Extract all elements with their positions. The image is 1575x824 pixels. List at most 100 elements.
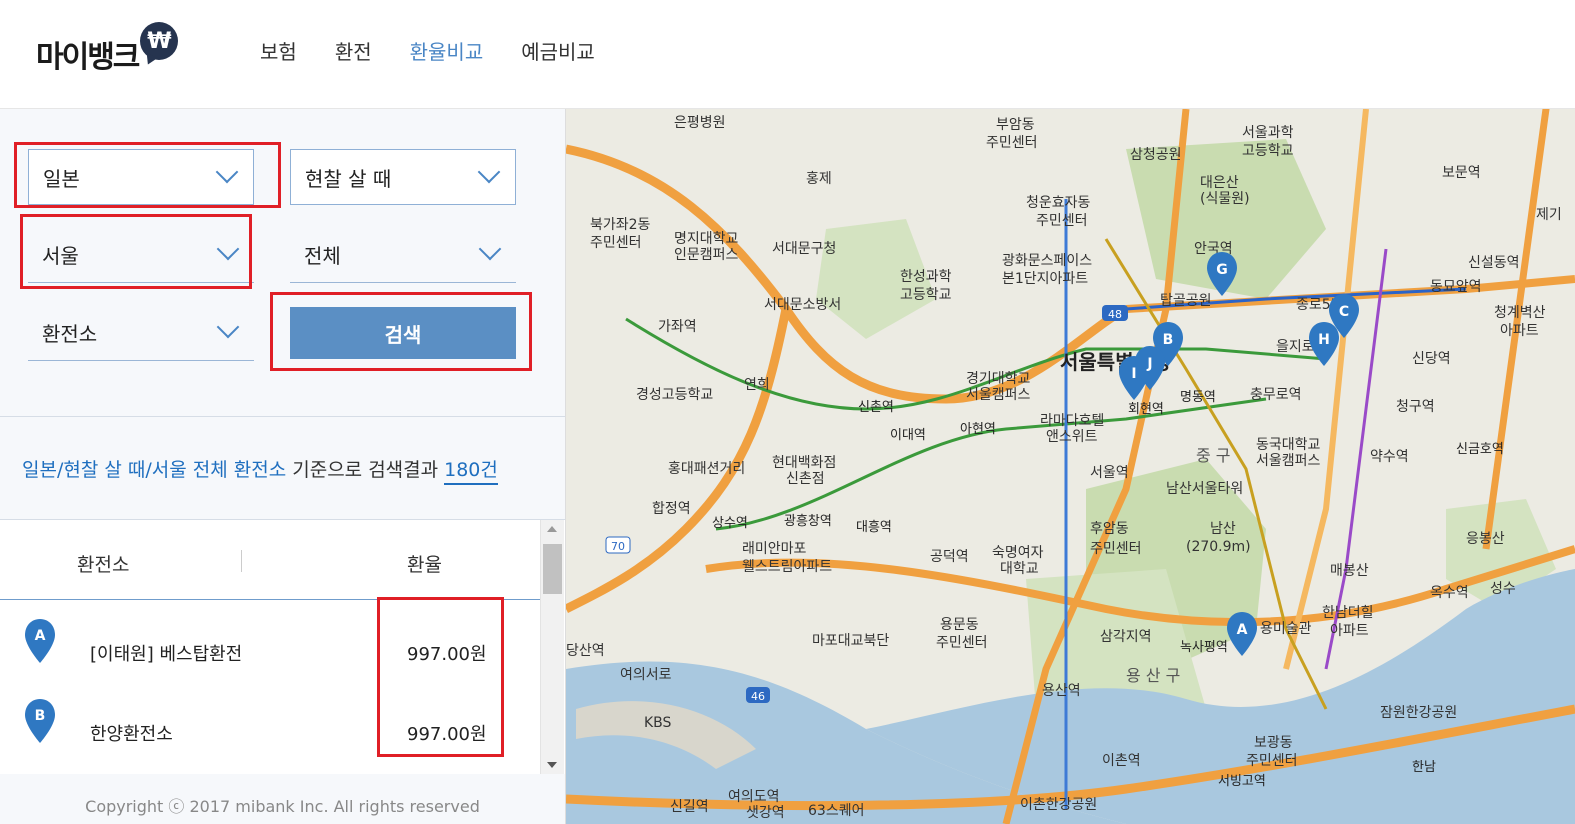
svg-text:보문역: 보문역 — [1442, 165, 1481, 181]
svg-text:한성과학: 한성과학 — [900, 269, 952, 285]
svg-text:대학교: 대학교 — [1000, 561, 1039, 577]
svg-text:C: C — [1339, 304, 1349, 320]
svg-text:신촌점: 신촌점 — [786, 471, 825, 487]
search-panel: 일본 현찰 살 때 서울 전체 환전소 검색 일본/현찰 살 때/서울 전체 환… — [0, 109, 566, 824]
svg-text:서울역: 서울역 — [1090, 465, 1129, 481]
exchange-name: 한양환전소 — [90, 724, 173, 745]
svg-text:대흥역: 대흥역 — [856, 520, 892, 535]
svg-text:아파트: 아파트 — [1500, 323, 1539, 339]
summary-text: 기준으로 검색결과 — [286, 459, 439, 481]
scroll-up-icon[interactable] — [547, 526, 557, 532]
svg-text:신금호역: 신금호역 — [1456, 442, 1504, 457]
svg-text:본1단지아파트: 본1단지아파트 — [1002, 271, 1088, 287]
svg-text:아파트: 아파트 — [1330, 623, 1369, 639]
map-marker-a[interactable]: A — [1227, 612, 1257, 656]
svg-text:여의서로: 여의서로 — [620, 667, 672, 683]
svg-text:홍대패션거리: 홍대패션거리 — [668, 461, 745, 477]
nav-rate-compare[interactable]: 환율비교 — [410, 36, 484, 65]
road-number: 70 — [611, 540, 625, 553]
svg-text:중 구: 중 구 — [1196, 446, 1231, 465]
country-select[interactable]: 일본 — [28, 149, 254, 205]
map-canvas[interactable]: 은평병원 부암동 주민센터 서울과학 고등학교 보문역 삼청공원 홍제 북가좌2… — [566, 109, 1575, 824]
results-scrollbar[interactable] — [540, 520, 564, 774]
svg-text:공덕역: 공덕역 — [930, 549, 969, 565]
scroll-down-icon[interactable] — [547, 762, 557, 768]
svg-text:상수역: 상수역 — [712, 516, 748, 531]
nav-deposit-compare[interactable]: 예금비교 — [521, 36, 595, 65]
svg-text:가좌역: 가좌역 — [658, 319, 697, 335]
svg-text:웰스트림아파트: 웰스트림아파트 — [742, 559, 832, 575]
header-divider — [0, 599, 540, 600]
svg-text:약수역: 약수역 — [1370, 449, 1409, 465]
svg-text:인문캠퍼스: 인문캠퍼스 — [674, 247, 739, 263]
svg-text:응봉산: 응봉산 — [1466, 531, 1505, 547]
column-header-exchange: 환전소 — [77, 554, 130, 576]
svg-text:성수: 성수 — [1490, 581, 1516, 597]
svg-text:현대백화점: 현대백화점 — [772, 455, 836, 471]
svg-text:제기: 제기 — [1536, 207, 1562, 223]
svg-text:B: B — [1163, 332, 1174, 348]
district-value: 전체 — [304, 244, 341, 268]
svg-text:합정역: 합정역 — [652, 501, 691, 517]
column-header-rate: 환율 — [407, 554, 442, 576]
svg-text:청구역: 청구역 — [1396, 399, 1435, 415]
result-count[interactable]: 180건 — [444, 459, 498, 485]
svg-text:북가좌2동: 북가좌2동 — [590, 217, 651, 233]
svg-text:을지로: 을지로 — [1276, 339, 1315, 355]
svg-text:서울캠퍼스: 서울캠퍼스 — [1256, 453, 1321, 469]
svg-text:경기대학교: 경기대학교 — [966, 371, 1031, 387]
svg-text:주민센터: 주민센터 — [1036, 213, 1088, 229]
header: 마이뱅크 ₩ 보험 환전 환율비교 예금비교 — [0, 0, 1575, 109]
svg-text:신설동역: 신설동역 — [1468, 255, 1520, 271]
svg-text:신당역: 신당역 — [1412, 351, 1451, 367]
svg-text:주민센터: 주민센터 — [590, 235, 642, 251]
chevron-down-icon — [215, 160, 239, 184]
exchange-name: [이태원] 베스탑환전 — [90, 644, 243, 665]
district-select[interactable]: 전체 — [290, 227, 516, 283]
table-row[interactable]: A [이태원] 베스탑환전 997.00원 — [0, 618, 540, 698]
svg-text:래미안마포: 래미안마포 — [742, 541, 807, 557]
svg-text:주민센터: 주민센터 — [1090, 541, 1142, 557]
svg-text:탑골공원: 탑골공원 — [1160, 293, 1212, 309]
nav-insurance[interactable]: 보험 — [260, 36, 297, 65]
svg-text:주민센터: 주민센터 — [936, 635, 988, 651]
svg-text:서울과학: 서울과학 — [1242, 125, 1294, 141]
svg-text:KBS: KBS — [644, 715, 672, 731]
place-type-select[interactable]: 환전소 — [28, 305, 254, 361]
svg-text:광흥창역: 광흥창역 — [784, 514, 832, 529]
svg-text:대은산: 대은산 — [1200, 175, 1239, 191]
summary-criteria: 일본/현찰 살 때/서울 전체 환전소 — [22, 459, 287, 481]
svg-text:I: I — [1131, 366, 1136, 382]
table-row[interactable]: B 한양환전소 997.00원 — [0, 698, 540, 778]
svg-text:부암동: 부암동 — [996, 117, 1035, 133]
logo[interactable]: 마이뱅크 ₩ — [36, 22, 179, 75]
svg-text:동묘앞역: 동묘앞역 — [1430, 279, 1482, 295]
chevron-down-icon — [478, 237, 502, 261]
svg-text:신촌역: 신촌역 — [858, 400, 894, 415]
svg-text:녹사평역: 녹사평역 — [1180, 640, 1228, 655]
country-value: 일본 — [43, 166, 80, 191]
svg-text:용산역: 용산역 — [1042, 683, 1081, 699]
marker-letter: B — [35, 708, 46, 724]
map[interactable]: 은평병원 부암동 주민센터 서울과학 고등학교 보문역 삼청공원 홍제 북가좌2… — [566, 109, 1575, 824]
svg-text:매봉산: 매봉산 — [1330, 563, 1369, 579]
svg-text:옥수역: 옥수역 — [1430, 585, 1469, 601]
marker-letter: A — [35, 628, 46, 644]
svg-text:남산: 남산 — [1210, 521, 1236, 537]
exchange-rate: 997.00원 — [407, 724, 487, 745]
svg-text:명동역: 명동역 — [1180, 390, 1216, 405]
svg-text:이촌역: 이촌역 — [1102, 753, 1141, 769]
svg-text:명지대학교: 명지대학교 — [674, 231, 739, 247]
svg-text:신길역: 신길역 — [670, 799, 709, 815]
svg-text:홍제: 홍제 — [806, 171, 832, 187]
svg-text:충무로역: 충무로역 — [1250, 387, 1302, 403]
trade-type-select[interactable]: 현찰 살 때 — [290, 149, 516, 205]
won-logo-icon: ₩ — [140, 22, 179, 60]
search-button[interactable]: 검색 — [290, 307, 516, 359]
nav-exchange[interactable]: 환전 — [335, 36, 372, 65]
svg-text:앤스위트: 앤스위트 — [1046, 429, 1098, 445]
svg-text:샛강역: 샛강역 — [746, 805, 785, 821]
scroll-thumb[interactable] — [543, 544, 562, 594]
svg-text:한남: 한남 — [1412, 760, 1436, 775]
region-select[interactable]: 서울 — [28, 227, 254, 283]
